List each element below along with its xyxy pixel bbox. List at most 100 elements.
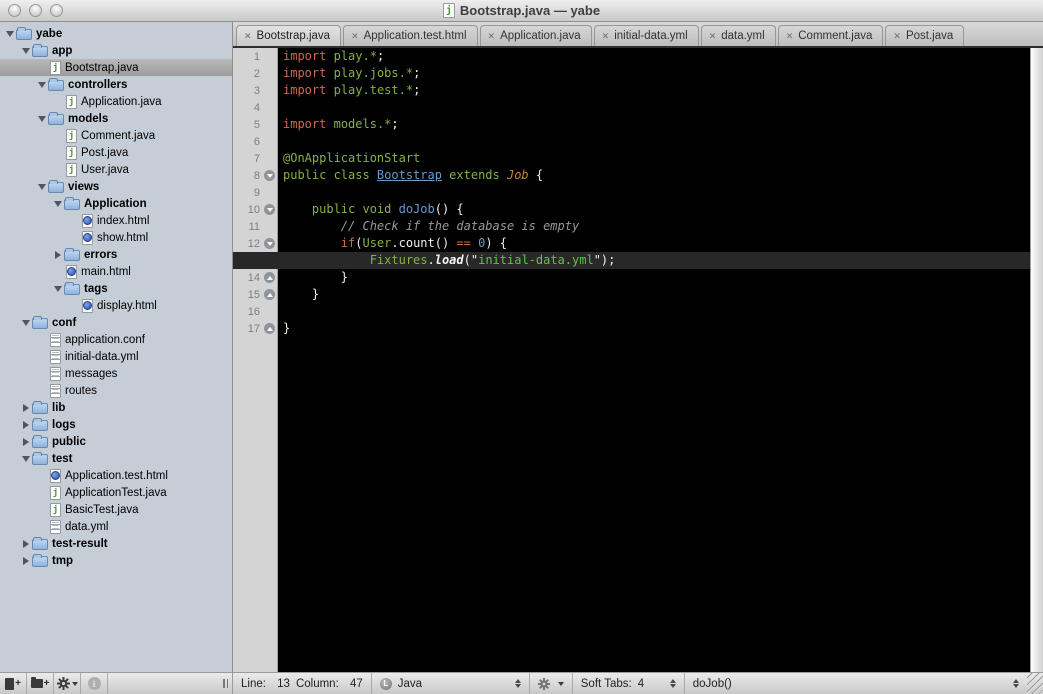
tab-application-java[interactable]: ✕Application.java [480,25,592,46]
new-folder-button[interactable]: + [27,673,54,694]
tab-data-yml[interactable]: ✕data.yml [701,25,776,46]
disclosure-triangle-expanded-icon[interactable] [20,320,32,326]
disclosure-triangle-collapsed-icon[interactable] [20,404,32,412]
tree-item-logs[interactable]: logs [0,416,232,433]
disclosure-triangle-expanded-icon[interactable] [52,201,64,207]
fold-end-icon[interactable] [264,289,275,300]
tree-item-application-java[interactable]: jApplication.java [0,93,232,110]
code-line[interactable] [279,99,1030,116]
close-tab-icon[interactable]: ✕ [602,32,610,41]
close-tab-icon[interactable]: ✕ [786,32,794,41]
code-line[interactable]: // Check if the database is empty [279,218,1030,235]
disclosure-triangle-collapsed-icon[interactable] [20,421,32,429]
tree-item-controllers[interactable]: controllers [0,76,232,93]
fold-end-icon[interactable] [264,272,275,283]
tab-application-test-html[interactable]: ✕Application.test.html [343,25,477,46]
tree-item-display-html[interactable]: display.html [0,297,232,314]
bundle-actions-popup[interactable] [530,673,573,694]
disclosure-triangle-expanded-icon[interactable] [36,82,48,88]
tree-item-test[interactable]: test [0,450,232,467]
new-file-button[interactable]: + [0,673,27,694]
close-button[interactable] [8,4,21,17]
disclosure-triangle-collapsed-icon[interactable] [20,438,32,446]
code-line[interactable]: public void doJob() { [279,201,1030,218]
tree-item-tags[interactable]: tags [0,280,232,297]
language-selector[interactable]: L Java [372,673,530,694]
info-button[interactable]: i [81,673,108,694]
tree-item-user-java[interactable]: jUser.java [0,161,232,178]
tree-item-tmp[interactable]: tmp [0,552,232,569]
code-line[interactable] [279,184,1030,201]
disclosure-triangle-expanded-icon[interactable] [36,116,48,122]
code-line[interactable]: } [279,286,1030,303]
tab-bootstrap-java[interactable]: ✕Bootstrap.java [236,25,341,46]
disclosure-triangle-collapsed-icon[interactable] [52,251,64,259]
code-line[interactable]: } [279,320,1030,337]
tree-item-data-yml[interactable]: data.yml [0,518,232,535]
close-tab-icon[interactable]: ✕ [709,32,717,41]
tree-item-comment-java[interactable]: jComment.java [0,127,232,144]
tree-item-test-result[interactable]: test-result [0,535,232,552]
tab-post-java[interactable]: ✕Post.java [885,25,964,46]
code-area[interactable]: import play.*;import play.jobs.*;import … [279,48,1030,672]
disclosure-triangle-expanded-icon[interactable] [4,31,16,37]
fold-start-icon[interactable] [264,238,275,249]
minimize-button[interactable] [29,4,42,17]
editor-scrollbar[interactable] [1030,48,1043,672]
close-tab-icon[interactable]: ✕ [351,32,359,41]
tab-comment-java[interactable]: ✕Comment.java [778,25,884,46]
code-line[interactable]: import play.jobs.*; [279,65,1030,82]
tree-item-main-html[interactable]: main.html [0,263,232,280]
tree-item-conf[interactable]: conf [0,314,232,331]
fold-start-icon[interactable] [264,204,275,215]
title-bar[interactable]: j Bootstrap.java — yabe [0,0,1043,22]
tree-item-messages[interactable]: messages [0,365,232,382]
tree-item-application[interactable]: Application [0,195,232,212]
tree-item-errors[interactable]: errors [0,246,232,263]
close-tab-icon[interactable]: ✕ [488,32,496,41]
tree-item-app[interactable]: app [0,42,232,59]
tree-item-index-html[interactable]: index.html [0,212,232,229]
code-line[interactable]: @OnApplicationStart [279,150,1030,167]
soft-tabs-selector[interactable]: Soft Tabs: 4 [573,673,685,694]
tree-item-application-test-html[interactable]: Application.test.html [0,467,232,484]
code-line[interactable]: import models.*; [279,116,1030,133]
code-line[interactable]: import play.*; [279,48,1030,65]
tree-item-application-conf[interactable]: application.conf [0,331,232,348]
code-line-current[interactable]: Fixtures.load("initial-data.yml"); [233,252,1043,269]
tree-item-basictest-java[interactable]: jBasicTest.java [0,501,232,518]
tree-item-views[interactable]: views [0,178,232,195]
zoom-button[interactable] [50,4,63,17]
fold-start-icon[interactable] [264,170,275,181]
tree-item-bootstrap-java[interactable]: jBootstrap.java [0,59,232,76]
tree-item-lib[interactable]: lib [0,399,232,416]
tab-initial-data-yml[interactable]: ✕initial-data.yml [594,25,699,46]
close-tab-icon[interactable]: ✕ [244,32,252,41]
code-line[interactable]: public class Bootstrap extends Job { [279,167,1030,184]
fold-end-icon[interactable] [264,323,275,334]
tree-item-public[interactable]: public [0,433,232,450]
tree-item-initial-data-yml[interactable]: initial-data.yml [0,348,232,365]
symbol-popup[interactable]: doJob() [685,673,1027,694]
drawer-actions-button[interactable] [54,673,81,694]
close-tab-icon[interactable]: ✕ [893,32,901,41]
disclosure-triangle-collapsed-icon[interactable] [20,557,32,565]
window-resize-grip[interactable] [1027,673,1043,694]
disclosure-triangle-expanded-icon[interactable] [36,184,48,190]
code-line[interactable]: import play.test.*; [279,82,1030,99]
disclosure-triangle-collapsed-icon[interactable] [20,540,32,548]
tree-item-show-html[interactable]: show.html [0,229,232,246]
tree-item-models[interactable]: models [0,110,232,127]
tree-item-routes[interactable]: routes [0,382,232,399]
code-line[interactable]: } [279,269,1030,286]
disclosure-triangle-expanded-icon[interactable] [20,48,32,54]
tree-item-yabe[interactable]: yabe [0,25,232,42]
disclosure-triangle-expanded-icon[interactable] [52,286,64,292]
drawer-resize-handle[interactable] [223,673,232,694]
code-line[interactable] [279,133,1030,150]
tree-item-applicationtest-java[interactable]: jApplicationTest.java [0,484,232,501]
code-line[interactable]: if(User.count() == 0) { [279,235,1030,252]
tree-item-post-java[interactable]: jPost.java [0,144,232,161]
disclosure-triangle-expanded-icon[interactable] [20,456,32,462]
code-line[interactable] [279,303,1030,320]
